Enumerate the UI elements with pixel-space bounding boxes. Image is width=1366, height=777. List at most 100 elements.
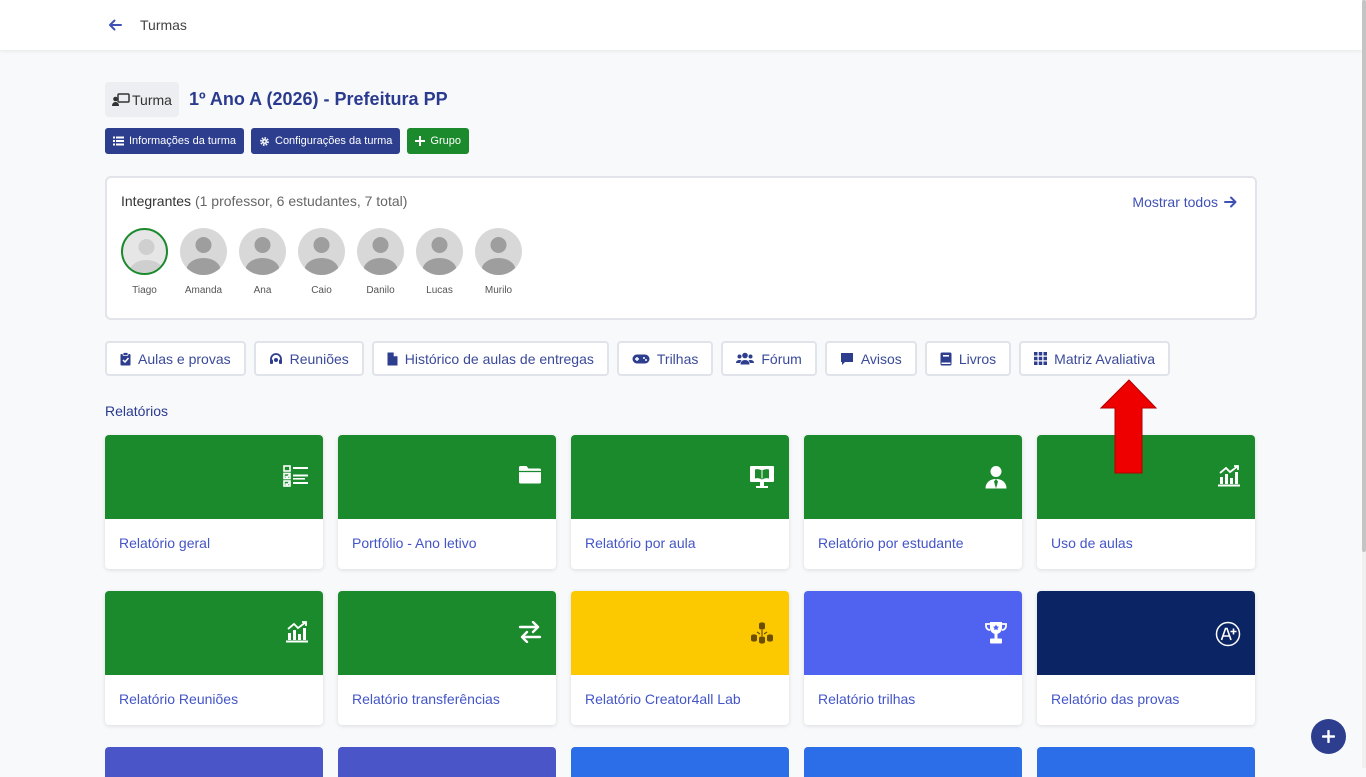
member-name: Murilo [484,285,513,296]
user-silhouette-icon [422,237,457,275]
report-card-partial[interactable] [571,747,789,777]
turma-badge-label: Turma [132,91,172,108]
report-card[interactable]: Relatório transferências [338,591,556,725]
tab-avisos[interactable]: Avisos [824,341,917,376]
floating-add-button[interactable] [1311,719,1346,754]
turma-badge: Turma [105,82,179,117]
exchange-icon [518,620,542,648]
tab-reunioes[interactable]: Reuniões [253,341,364,376]
tab-label: Reuniões [289,350,349,367]
show-all-label: Mostrar todos [1132,194,1218,210]
report-card-partial[interactable] [338,747,556,777]
gamepad-icon [632,353,650,365]
tab-label: Matriz Avaliativa [1054,350,1156,367]
avatar[interactable] [357,228,404,275]
member-avatar-item[interactable]: Caio [298,228,345,296]
report-card-label: Portfólio - Ano letivo [352,535,477,551]
chalkboard-teacher-icon [112,92,130,106]
report-card-header [105,435,323,519]
report-card-partial[interactable] [1037,747,1255,777]
report-card[interactable]: Relatório Reuniões [105,591,323,725]
member-avatar-item[interactable]: Danilo [357,228,404,296]
avatar[interactable] [475,228,522,275]
user-silhouette-icon [129,239,164,273]
member-avatar-list: Tiago Amanda Ana Caio Danilo Lucas Murilo [121,228,522,296]
tab-label: Histórico de aulas de entregas [404,350,594,367]
tab-forum[interactable]: Fórum [721,341,817,376]
back-arrow-icon[interactable] [108,17,124,33]
report-card-header [1037,591,1255,675]
tab-aulas-e-provas[interactable]: Aulas e provas [105,341,246,376]
class-settings-button[interactable]: Configurações da turma [251,128,401,154]
report-card-header [338,435,556,519]
show-all-link[interactable]: Mostrar todos [1132,194,1237,210]
gear-icon [260,136,269,146]
avatar[interactable] [180,228,227,275]
class-actions: Informações da turma Configurações da tu… [105,128,469,154]
cubes-icon [749,621,775,650]
plus-icon [1322,730,1335,743]
avatar[interactable] [239,228,286,275]
report-card-label: Uso de aulas [1051,535,1133,551]
report-card-label: Relatório das provas [1051,691,1180,707]
report-card[interactable]: Relatório por estudante [804,435,1022,569]
grade-a-plus-icon [1215,621,1241,652]
tab-livros[interactable]: Livros [924,341,1012,376]
class-tabs: Aulas e provas Reuniões Histórico de aulas… [105,341,1171,376]
member-name: Caio [311,285,332,296]
avatar[interactable] [121,228,168,275]
member-avatar-item[interactable]: Tiago [121,228,168,296]
report-card[interactable]: Relatório geral [105,435,323,569]
member-name: Danilo [366,285,395,296]
user-silhouette-icon [186,237,221,275]
members-heading: Integrantes (1 professor, 6 estudantes, … [121,193,407,209]
report-card[interactable]: Relatório por aula [571,435,789,569]
member-name: Lucas [426,285,453,296]
report-card[interactable]: Relatório das provas [1037,591,1255,725]
report-card-label: Relatório Reuniões [119,691,239,707]
member-avatar-item[interactable]: Amanda [180,228,227,296]
add-group-button[interactable]: Grupo [407,128,469,154]
report-card-header [338,591,556,675]
class-header: Turma 1º Ano A (2026) - Prefeitura PP [105,82,448,117]
report-card[interactable]: Relatório Creator4all Lab [571,591,789,725]
chart-line-icon [285,621,309,648]
member-avatar-item[interactable]: Lucas [416,228,463,296]
report-card-label: Relatório trilhas [818,691,916,707]
report-card-header [571,435,789,519]
user-tie-icon [984,465,1008,494]
member-avatar-item[interactable]: Murilo [475,228,522,296]
avatar[interactable] [416,228,463,275]
tab-label: Fórum [761,350,802,367]
user-silhouette-icon [245,237,280,275]
members-panel: Integrantes (1 professor, 6 estudantes, … [105,176,1257,320]
page-breadcrumb-title[interactable]: Turmas [140,17,187,33]
member-avatar-item[interactable]: Ana [239,228,286,296]
report-card-label: Relatório Creator4all Lab [585,691,741,707]
file-icon [387,352,398,366]
book-icon [940,352,952,366]
users-icon [736,352,755,365]
report-card[interactable]: Portfólio - Ano letivo [338,435,556,569]
report-card-header [571,591,789,675]
tab-matriz-avaliativa[interactable]: Matriz Avaliativa [1019,341,1171,376]
scrollbar-thumb[interactable] [1362,0,1366,552]
tab-trilhas[interactable]: Trilhas [616,341,714,376]
report-card-label: Relatório por estudante [818,535,964,551]
add-group-label: Grupo [430,135,461,147]
class-info-button[interactable]: Informações da turma [105,128,244,154]
list-icon [113,136,124,146]
folder-icon [518,465,542,489]
class-title: 1º Ano A (2026) - Prefeitura PP [188,89,448,109]
report-card-partial[interactable] [105,747,323,777]
report-card[interactable]: Relatório trilhas [804,591,1022,725]
member-name: Ana [253,285,272,296]
chart-line-icon [1217,465,1241,492]
report-card-partial[interactable] [804,747,1022,777]
avatar[interactable] [298,228,345,275]
tab-historico-de-aulas-de-entregas[interactable]: Histórico de aulas de entregas [371,341,609,376]
members-title: Integrantes [121,193,192,209]
headset-icon [269,352,283,366]
members-summary: (1 professor, 6 estudantes, 7 total) [194,193,408,209]
report-card-label: Relatório por aula [585,535,696,551]
